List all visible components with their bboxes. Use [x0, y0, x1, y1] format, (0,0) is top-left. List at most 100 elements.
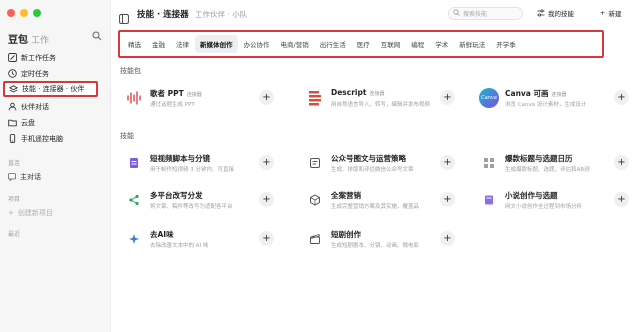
add-button[interactable]: + — [440, 192, 455, 207]
tab-finance[interactable]: 金融 — [147, 35, 170, 53]
card-title: 小说创作与选题 — [505, 191, 558, 200]
sidebar-item-label: 手机遥控电脑 — [21, 134, 63, 143]
descript-icon — [305, 88, 325, 108]
sidebar-toggle-icon[interactable] — [119, 9, 129, 28]
my-skills-button[interactable]: 我的技能 — [537, 8, 574, 18]
card-title: 多平台改写分发 — [150, 191, 203, 200]
users-icon — [7, 102, 17, 112]
top-bar: 技能 · 连接器 工作伙伴 · 小队 搜索技能 我的技能 + 新建 — [111, 0, 640, 28]
card-title: 全案营销 — [331, 191, 361, 200]
plus-icon: + — [8, 209, 14, 217]
search-icon[interactable] — [92, 31, 102, 41]
add-button[interactable]: + — [614, 90, 629, 105]
add-button[interactable]: + — [259, 90, 274, 105]
skill-card[interactable]: 公众号图文与运营策略 生成、排版和评估微信公众号文章 + — [301, 150, 458, 182]
card-desc: 用自然语言导入，转写，编辑并发布视频 — [331, 102, 431, 108]
sidebar-item-label: 新工作任务 — [21, 53, 56, 62]
add-button[interactable]: + — [440, 155, 455, 170]
canva-icon: Canva — [479, 88, 499, 108]
sidebar-item-partner-chat[interactable]: 伙伴对话 — [7, 99, 49, 114]
tab-new-media[interactable]: 新媒体创作 — [195, 35, 238, 53]
tab-featured[interactable]: 精选 — [123, 35, 146, 53]
cube-icon — [305, 190, 325, 210]
connector-card[interactable]: Descript 连接器 用自然语言导入，转写，编辑并发布视频 + — [301, 85, 458, 117]
tab-fun[interactable]: 新鲜玩法 — [454, 35, 490, 53]
card-title: 去AI味 — [150, 230, 174, 239]
tab-academic[interactable]: 学术 — [430, 35, 453, 53]
page-title: 技能 · 连接器 — [137, 10, 189, 20]
waveform-icon — [124, 88, 144, 108]
skill-card[interactable]: 小说创作与选题 网文小说创作全过程到市场分析 + — [475, 187, 632, 219]
new-project-button[interactable]: + 创建新项目 — [8, 208, 53, 218]
recent-item-label: 主对话 — [20, 173, 41, 181]
clapper-icon — [305, 229, 325, 249]
app-window: 豆包 工作 新工作任务 定时任务 技能 · 连接器 · 伙伴 伙伴对话 云盘 手机… — [0, 0, 640, 332]
card-desc: 生成短剧剧本、分镜、动画、微电影 — [331, 243, 420, 249]
connector-card[interactable]: Canva Canva 可画 连接器 浏览 Canva 设计素材，生成设计 + — [475, 85, 632, 117]
card-desc: 生成、排版和评估微信公众号文章 — [331, 167, 414, 173]
category-tabs: 精选 金融 法律 新媒体创作 办公协作 电商/营销 出行生活 医疗 互联网 编程… — [118, 30, 604, 58]
search-input[interactable]: 搜索技能 — [448, 7, 523, 20]
add-button[interactable]: + — [614, 155, 629, 170]
sidebar-item-skills[interactable]: 技能 · 连接器 · 伙伴 — [3, 81, 98, 97]
add-button[interactable]: + — [259, 231, 274, 246]
card-title: 公众号图文与运营策略 — [331, 154, 406, 163]
card-desc: 去除改善文本中的 AI 味 — [150, 243, 209, 249]
recent-item[interactable]: 主对话 — [8, 172, 41, 182]
card-tag: 连接器 — [551, 92, 567, 98]
card-desc: 生成爆款标题、选题，评估和AB测 — [505, 167, 590, 173]
maximize-window-button[interactable] — [33, 9, 41, 17]
section-label-history: 最近 — [8, 231, 21, 238]
tab-medical[interactable]: 医疗 — [352, 35, 375, 53]
add-button[interactable]: + — [259, 192, 274, 207]
tab-internet[interactable]: 互联网 — [376, 35, 406, 53]
tab-office[interactable]: 办公协作 — [239, 35, 275, 53]
breadcrumb[interactable]: 工作伙伴 · 小队 — [195, 9, 247, 20]
card-desc: 浏览 Canva 设计素材，生成设计 — [505, 102, 587, 108]
skills-heading: 技能 — [120, 132, 134, 140]
card-title: 短视频脚本与分镜 — [150, 154, 210, 163]
new-label: 新建 — [608, 10, 622, 18]
skill-card[interactable]: 爆款标题与选题日历 生成爆款标题、选题，评估和AB测 + — [475, 150, 632, 182]
sidebar-item-remote[interactable]: 手机遥控电脑 — [7, 131, 63, 146]
list-icon — [305, 153, 325, 173]
add-button[interactable]: + — [440, 231, 455, 246]
tab-school[interactable]: 开学季 — [491, 35, 521, 53]
tab-coding[interactable]: 编程 — [406, 35, 429, 53]
close-window-button[interactable] — [7, 9, 15, 17]
skill-card[interactable]: 短剧创作 生成短剧剧本、分镜、动画、微电影 + — [301, 226, 458, 258]
layers-icon — [8, 84, 18, 94]
minimize-window-button[interactable] — [20, 9, 28, 17]
tab-travel[interactable]: 出行生活 — [315, 35, 351, 53]
add-button[interactable]: + — [614, 192, 629, 207]
card-title: Descript 连接器 — [331, 88, 385, 97]
card-desc: 通过话题生成 PPT — [150, 102, 195, 108]
add-button[interactable]: + — [440, 90, 455, 105]
skill-card[interactable]: 多平台改写分发 将文章、稿件等改写为适配各平台 + — [120, 187, 277, 219]
card-title: 短剧创作 — [331, 230, 361, 239]
add-button[interactable]: + — [259, 155, 274, 170]
share-icon — [124, 190, 144, 210]
sidebar: 豆包 工作 新工作任务 定时任务 技能 · 连接器 · 伙伴 伙伴对话 云盘 手机… — [0, 0, 111, 332]
card-desc: 生成完整营销方案及其实施，覆盖品 — [331, 204, 420, 210]
skill-card[interactable]: 去AI味 去除改善文本中的 AI 味 + — [120, 226, 277, 258]
doc-icon — [124, 153, 144, 173]
sidebar-item-cloud-drive[interactable]: 云盘 — [7, 115, 35, 130]
sidebar-item-label: 定时任务 — [21, 69, 49, 78]
tab-law[interactable]: 法律 — [171, 35, 194, 53]
sidebar-item-new-task[interactable]: 新工作任务 — [7, 50, 56, 65]
skill-card[interactable]: 短视频脚本与分镜 用于制作短视频 3 分钟内、可直接 + — [120, 150, 277, 182]
card-tag: 连接器 — [369, 91, 385, 97]
card-desc: 网文小说创作全过程到市场分析 — [505, 204, 583, 210]
window-controls — [7, 9, 41, 17]
new-button[interactable]: + 新建 — [600, 8, 621, 18]
skill-card[interactable]: 全案营销 生成完整营销方案及其实施，覆盖品 + — [301, 187, 458, 219]
tab-ecommerce[interactable]: 电商/营销 — [276, 35, 314, 53]
app-brand: 豆包 工作 — [8, 31, 49, 46]
connector-card[interactable]: 歌者 PPT 连接器 通过话题生成 PPT + — [120, 85, 277, 117]
clock-icon — [7, 69, 17, 79]
sidebar-item-scheduled[interactable]: 定时任务 — [7, 66, 49, 81]
card-title: 爆款标题与选题日历 — [505, 154, 573, 163]
sidebar-item-label: 技能 · 连接器 · 伙伴 — [22, 85, 85, 93]
brand-name: 豆包 — [8, 35, 28, 46]
